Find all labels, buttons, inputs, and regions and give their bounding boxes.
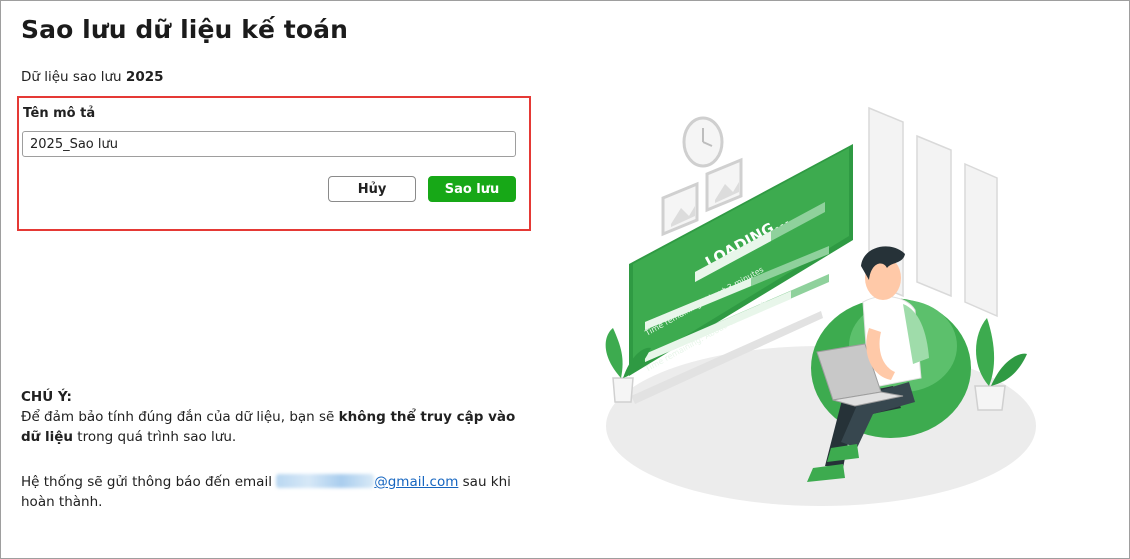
description-label: Tên mô tả — [23, 106, 96, 121]
wall-panel — [964, 162, 998, 318]
warning-text-after: trong quá trình sao lưu. — [73, 429, 237, 445]
dialog-frame: Sao lưu dữ liệu kế toán Dữ liệu sao lưu … — [0, 0, 1130, 559]
backup-subtitle: Dữ liệu sao lưu 2025 — [21, 69, 164, 85]
warning-note: CHÚ Ý: Để đảm bảo tính đúng đắn của dữ l… — [21, 387, 521, 447]
plant-leaf — [605, 328, 623, 378]
plant-pot — [974, 385, 1006, 411]
backup-year: 2025 — [125, 69, 164, 85]
email-link[interactable]: @gmail.com — [374, 474, 458, 490]
email-redacted — [276, 474, 375, 488]
warning-text-before: Để đảm bảo tính đúng đắn của dữ liệu, bạ… — [21, 409, 339, 425]
plant-leaf — [991, 353, 1027, 386]
save-button[interactable]: Sao lưu — [428, 176, 516, 202]
email-notice-before: Hệ thống sẽ gửi thông báo đến email — [21, 474, 277, 490]
warning-title: CHÚ Ý: — [21, 389, 72, 405]
wall-panel — [916, 134, 952, 298]
description-input[interactable] — [22, 131, 516, 157]
cancel-button[interactable]: Hủy — [328, 176, 416, 202]
plant-pot — [612, 377, 634, 403]
backup-form: Tên mô tả Hủy Sao lưu — [17, 96, 531, 231]
page-title: Sao lưu dữ liệu kế toán — [21, 15, 348, 44]
loading-illustration: LOADING... Time remaining: About 3 minut… — [605, 106, 1036, 506]
picture-frame-icon — [661, 181, 699, 237]
email-notice: Hệ thống sẽ gửi thông báo đến email @gma… — [21, 472, 521, 512]
picture-frame-icon — [705, 157, 743, 213]
backup-subtitle-prefix: Dữ liệu sao lưu — [21, 69, 122, 85]
